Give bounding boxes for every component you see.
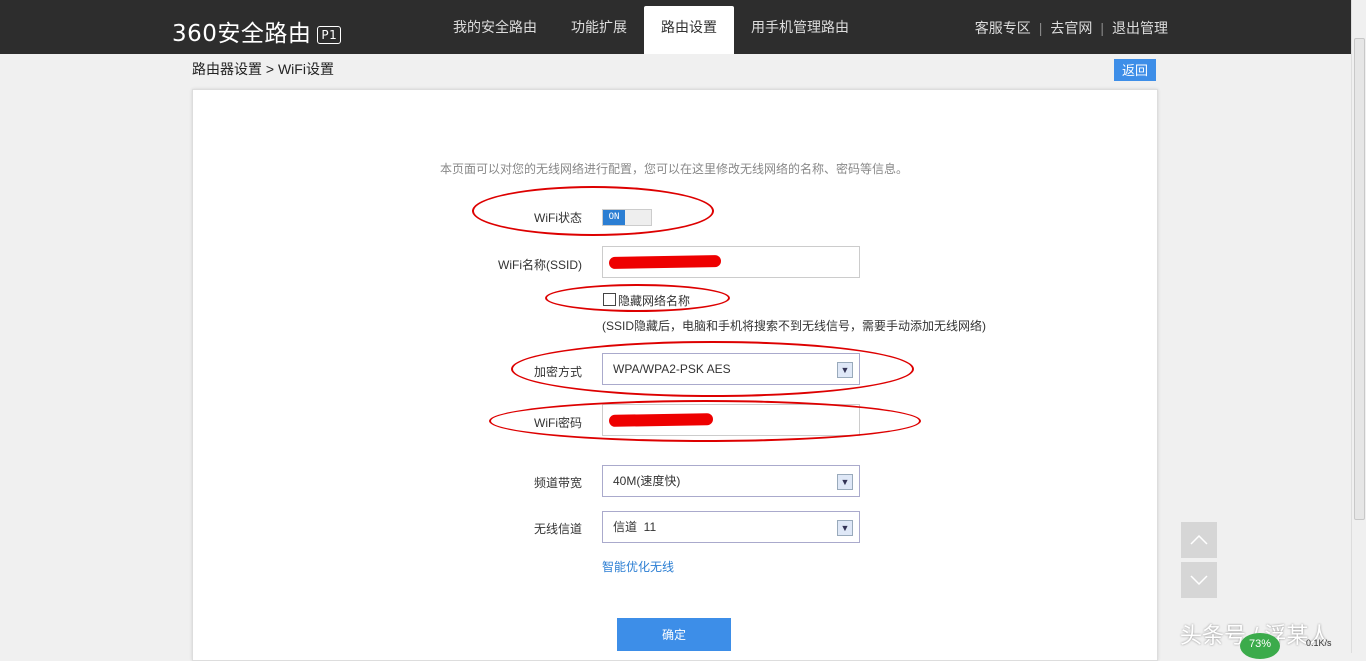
channel-label: 无线信道 [533,522,582,536]
tab-my-router[interactable]: 我的安全路由 [436,6,554,54]
bandwidth-value: 40M(速度快) [613,474,681,488]
annotation-ellipse [489,400,921,442]
ssid-input[interactable] [602,246,860,278]
main-nav: 我的安全路由 功能扩展 路由设置 用手机管理路由 [436,6,866,54]
tab-mobile-manage[interactable]: 用手机管理路由 [734,6,866,54]
chevron-down-icon: ▼ [837,520,853,536]
confirm-button[interactable]: 确定 [617,618,731,651]
speed-widget: 73% [1240,633,1280,659]
logo: 360安全路由 P1 [172,14,342,48]
channel-value: 信道 11 [613,520,657,534]
scroll-up-button[interactable] [1181,522,1217,558]
link-separator: | [1038,20,1043,36]
header-links: 客服专区 | 去官网 | 退出管理 [975,18,1168,38]
back-button[interactable]: 返回 [1114,59,1156,81]
chevron-down-icon: ▼ [837,474,853,490]
tab-extensions[interactable]: 功能扩展 [554,6,644,54]
hide-ssid-hint: (SSID隐藏后，电脑和手机将搜索不到无线信号，需要手动添加无线网络) [602,319,987,333]
chevron-down-icon [1190,575,1208,585]
net-rate: 0.1K/s [1306,638,1332,648]
tab-router-settings[interactable]: 路由设置 [644,6,734,54]
logo-text: 360安全路由 [172,21,312,47]
scroll-down-button[interactable] [1181,562,1217,598]
top-navigation-bar: 360安全路由 P1 我的安全路由 功能扩展 路由设置 用手机管理路由 客服专区 |… [0,0,1352,54]
bandwidth-select[interactable]: 40M(速度快) ▼ [602,465,860,497]
page-description: 本页面可以对您的无线网络进行配置，您可以在这里修改无线网络的名称、密码等信息。 [440,162,909,176]
annotation-ellipse [545,284,730,312]
scrollbar-thumb[interactable] [1354,38,1365,520]
optimize-wireless-link[interactable]: 智能优化无线 [602,558,674,575]
page-scrollbar[interactable] [1351,0,1366,653]
breadcrumb: 路由器设置 > WiFi设置 [192,61,334,77]
channel-select[interactable]: 信道 11 ▼ [602,511,860,543]
bandwidth-label: 频道带宽 [533,476,582,490]
model-badge: P1 [317,25,342,44]
official-site-link[interactable]: 去官网 [1050,20,1092,36]
annotation-ellipse [511,341,914,397]
chevron-up-icon [1190,535,1208,545]
link-separator: | [1100,20,1104,36]
redaction-mark [608,255,722,269]
ssid-label: WiFi名称(SSID) [498,258,582,272]
logout-link[interactable]: 退出管理 [1112,20,1168,36]
support-link[interactable]: 客服专区 [975,20,1031,36]
annotation-ellipse [472,186,714,236]
